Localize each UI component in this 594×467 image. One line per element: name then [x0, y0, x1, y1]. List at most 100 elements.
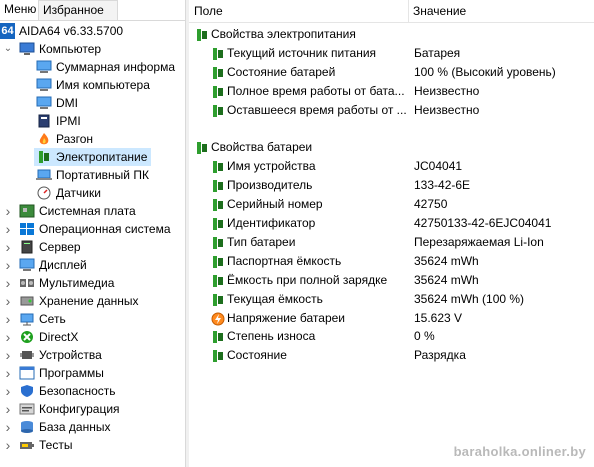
chevron-right-icon[interactable]: ›	[3, 400, 13, 418]
tree-item-devices[interactable]: › Устройства	[0, 346, 185, 364]
tree-item-label: DirectX	[39, 330, 79, 344]
tree-item-summary[interactable]: Суммарная информа	[34, 58, 185, 76]
tree-item-label: DMI	[56, 96, 78, 110]
tree-item-database[interactable]: › База данных	[0, 418, 185, 436]
display-icon	[19, 258, 35, 272]
chevron-right-icon[interactable]: ›	[3, 292, 13, 310]
table-row[interactable]: Ёмкость при полной зарядке 35624 mWh	[189, 271, 594, 290]
field-label: Серийный номер	[227, 197, 323, 212]
table-row[interactable]: Имя устройства JC04041	[189, 157, 594, 176]
tree-item-display[interactable]: › Дисплей	[0, 256, 185, 274]
tree-item-label: База данных	[39, 420, 111, 434]
table-row[interactable]: Оставшееся время работы от ... Неизвестно	[189, 101, 594, 120]
chevron-down-icon[interactable]: ⌄	[3, 40, 13, 58]
tree-item-portable-pc[interactable]: Портативный ПК	[34, 166, 185, 184]
field-label: Полное время работы от бата...	[227, 83, 405, 98]
chevron-right-icon[interactable]: ›	[3, 364, 13, 382]
field-value: 15.623 V	[414, 310, 463, 325]
tree-item-network[interactable]: › Сеть	[0, 310, 185, 328]
chevron-right-icon[interactable]: ›	[3, 328, 13, 346]
chevron-right-icon[interactable]: ›	[3, 238, 13, 256]
tree-item-label: IPMI	[56, 114, 81, 128]
tree-item-label: Мультимедиа	[39, 276, 115, 290]
tree-item-overclock[interactable]: Разгон	[34, 130, 185, 148]
plug-icon	[210, 293, 224, 307]
table-row[interactable]: Идентификатор 42750133-42-6EJC04041	[189, 214, 594, 233]
multimedia-icon	[19, 276, 35, 290]
tree-item-motherboard[interactable]: › Системная плата	[0, 202, 185, 220]
table-row[interactable]: Тип батареи Перезаряжаемая Li-Ion	[189, 233, 594, 252]
tree-item-ipmi[interactable]: IPMI	[34, 112, 185, 130]
network-icon	[19, 312, 35, 326]
tree-item-software[interactable]: › Программы	[0, 364, 185, 382]
plug-icon	[210, 217, 224, 231]
aida64-badge: 64	[0, 23, 15, 39]
computer-icon	[19, 42, 35, 56]
chevron-right-icon[interactable]: ›	[3, 436, 13, 454]
tree-item-label: Дисплей	[39, 258, 87, 272]
watermark: baraholka.onliner.by	[453, 444, 586, 459]
chevron-right-icon[interactable]: ›	[3, 418, 13, 436]
table-row[interactable]: Производитель 133-42-6E	[189, 176, 594, 195]
tab-favorites[interactable]: Избранное	[38, 0, 118, 20]
laptop-icon	[36, 168, 52, 182]
tree-item-operating-system[interactable]: › Операционная система	[0, 220, 185, 238]
table-row[interactable]: Текущая ёмкость 35624 mWh (100 %)	[189, 290, 594, 309]
chevron-right-icon[interactable]: ›	[3, 202, 13, 220]
tree-item-label: Сервер	[39, 240, 81, 254]
directx-icon	[19, 330, 35, 344]
tree-item-computer-name[interactable]: Имя компьютера	[34, 76, 185, 94]
tree-item-computer[interactable]: ⌄ Компьютер	[0, 40, 185, 58]
field-label: Напряжение батареи	[227, 310, 346, 325]
tree-item-config[interactable]: › Конфигурация	[0, 400, 185, 418]
tree-item-power-management[interactable]: Электропитание	[34, 148, 151, 166]
tree-item-label: Хранение данных	[39, 294, 139, 308]
chevron-right-icon[interactable]: ›	[3, 220, 13, 238]
voltage-icon	[210, 312, 225, 326]
tree-item-multimedia[interactable]: › Мультимедиа	[0, 274, 185, 292]
table-row[interactable]: Состояние Разрядка	[189, 346, 594, 365]
tree-item-server[interactable]: › Сервер	[0, 238, 185, 256]
tree-item-label: Датчики	[56, 186, 101, 200]
table-row[interactable]: Степень износа 0 %	[189, 327, 594, 346]
tree-item-aida64-root[interactable]: 64 AIDA64 v6.33.5700	[0, 22, 185, 40]
tree-item-sensors[interactable]: Датчики	[34, 184, 185, 202]
table-row[interactable]: Напряжение батареи 15.623 V	[189, 309, 594, 328]
table-row[interactable]: Полное время работы от бата... Неизвестно	[189, 82, 594, 101]
field-value: 35624 mWh	[414, 253, 479, 268]
table-row[interactable]: Серийный номер 42750	[189, 195, 594, 214]
table-row[interactable]: Паспортная ёмкость 35624 mWh	[189, 252, 594, 271]
tree-item-storage[interactable]: › Хранение данных	[0, 292, 185, 310]
field-value: 35624 mWh (100 %)	[414, 291, 525, 306]
section-header[interactable]: Свойства электропитания	[189, 25, 594, 44]
tree-item-directx[interactable]: › DirectX	[0, 328, 185, 346]
ipmi-icon	[36, 114, 52, 128]
field-value: Неизвестно	[414, 83, 480, 98]
field-value: 42750	[414, 197, 448, 212]
field-value: Батарея	[414, 45, 461, 60]
plug-icon	[194, 141, 208, 155]
table-row[interactable]: Текущий источник питания Батарея	[189, 44, 594, 63]
tab-menu[interactable]: Меню	[0, 0, 41, 19]
column-header-value[interactable]: Значение	[408, 0, 593, 22]
chevron-right-icon[interactable]: ›	[3, 346, 13, 364]
field-label: Паспортная ёмкость	[227, 253, 342, 268]
tree-item-dmi[interactable]: DMI	[34, 94, 185, 112]
field-label: Состояние	[227, 348, 287, 363]
tree-item-label: AIDA64 v6.33.5700	[19, 24, 124, 38]
plug-icon	[210, 104, 224, 118]
chevron-right-icon[interactable]: ›	[3, 274, 13, 292]
section-header[interactable]: Свойства батареи	[189, 138, 594, 157]
column-header-field[interactable]: Поле	[189, 0, 409, 22]
chevron-right-icon[interactable]: ›	[3, 382, 13, 400]
tree-item-security[interactable]: › Безопасность	[0, 382, 185, 400]
config-icon	[19, 402, 35, 416]
chevron-right-icon[interactable]: ›	[3, 310, 13, 328]
motherboard-icon	[19, 204, 35, 218]
tree-item-label: Системная плата	[39, 204, 136, 218]
database-icon	[19, 420, 35, 434]
chevron-right-icon[interactable]: ›	[3, 256, 13, 274]
tree-item-benchmark[interactable]: › Тесты	[0, 436, 185, 454]
tree-item-label: Имя компьютера	[56, 78, 150, 92]
table-row[interactable]: Состояние батарей 100 % (Высокий уровень)	[189, 63, 594, 82]
